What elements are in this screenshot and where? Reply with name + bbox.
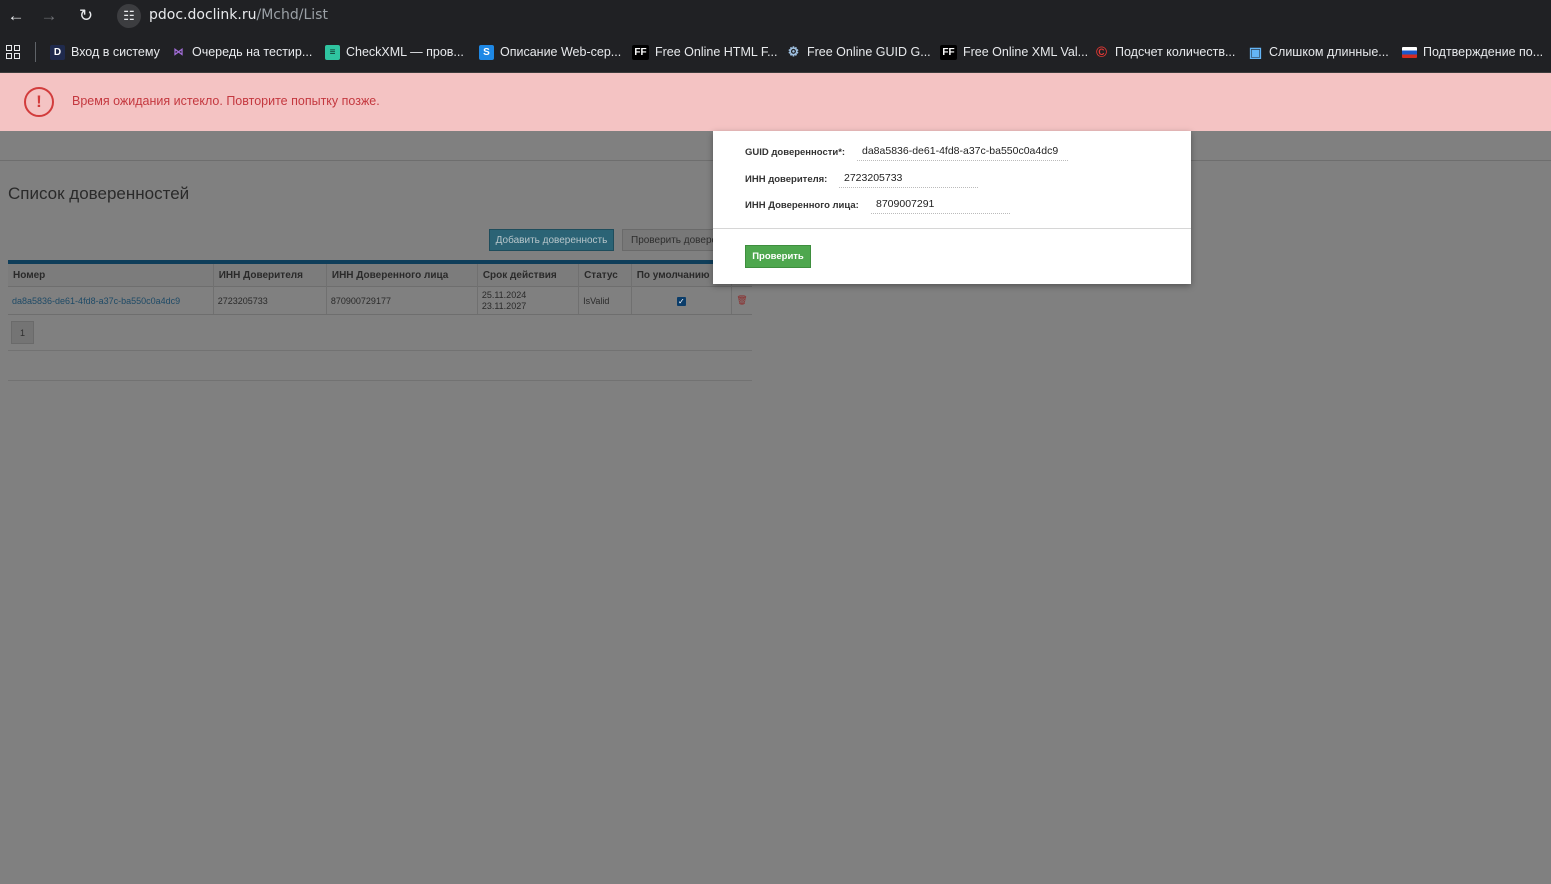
default-checkbox[interactable]: ✓ xyxy=(676,296,686,306)
actions-cell: 🗑 xyxy=(731,286,752,315)
inn-agent-input[interactable]: 8709007291 xyxy=(871,194,1010,214)
inn-principal-input[interactable]: 2723205733 xyxy=(839,168,978,188)
bookmark-favicon-icon: D xyxy=(50,44,65,60)
bookmark-item[interactable]: ⋈ Очередь на тестир... xyxy=(171,41,313,63)
default-cell: ✓ xyxy=(631,286,732,315)
validity-cell: 25.11.2024 23.11.2027 xyxy=(477,286,580,315)
footer-divider xyxy=(8,380,752,381)
valid-from: 25.11.2024 xyxy=(481,289,527,300)
inn-principal-label: ИНН доверителя: xyxy=(745,174,828,185)
bookmarks-divider xyxy=(35,42,36,62)
bookmark-item[interactable]: ⚙ Free Online GUID G... xyxy=(786,41,931,63)
bookmark-item[interactable]: FF Free Online HTML F... xyxy=(632,41,778,63)
reload-button[interactable]: ↻ xyxy=(70,0,102,32)
bookmark-item[interactable]: D Вход в систему xyxy=(50,41,160,63)
page-body: ! Время ожидания истекло. Повторите попы… xyxy=(0,73,1551,884)
bookmark-label: CheckXML — пров... xyxy=(346,45,464,59)
bookmarks-bar: D Вход в систему ⋈ Очередь на тестир... … xyxy=(0,32,1551,73)
inn-agent-label: ИНН Доверенного лица: xyxy=(745,200,859,211)
error-alert: ! Время ожидания истекло. Повторите попы… xyxy=(0,73,1551,131)
bookmark-item[interactable]: ▣ Слишком длинные... xyxy=(1248,41,1389,63)
guid-label: GUID доверенности*: xyxy=(745,147,846,158)
address-bar[interactable]: pdoc.doclink.ru/Mchd/List xyxy=(149,0,328,32)
bookmark-item[interactable]: ≡ CheckXML — пров... xyxy=(325,41,464,63)
bookmark-label: Слишком длинные... xyxy=(1269,45,1389,59)
bookmark-favicon-icon: ▣ xyxy=(1248,43,1263,60)
column-header[interactable]: Номер xyxy=(8,264,214,287)
table-header-row: Номер ИНН Доверителя ИНН Доверенного лиц… xyxy=(8,264,752,287)
pager-page-button[interactable]: 1 xyxy=(11,321,34,344)
forward-arrow-icon: → xyxy=(40,6,58,25)
bookmark-item[interactable]: S Описание Web-сер... xyxy=(479,41,621,63)
pager-divider xyxy=(8,350,752,351)
reload-icon: ↻ xyxy=(78,6,94,25)
column-header[interactable]: ИНН Доверенного лица xyxy=(326,264,478,287)
bookmark-label: Описание Web-сер... xyxy=(500,45,622,59)
dialog-divider xyxy=(713,228,1191,229)
bookmark-favicon-icon: ≡ xyxy=(325,44,340,60)
forward-button[interactable]: → xyxy=(33,0,65,32)
verify-button[interactable]: Проверить xyxy=(745,245,811,268)
bookmark-label: Free Online HTML F... xyxy=(655,45,778,59)
alert-message: Время ожидания истекло. Повторите попытк… xyxy=(72,94,380,108)
column-header[interactable]: Срок действия xyxy=(477,264,580,287)
apps-grid-icon[interactable] xyxy=(6,45,20,59)
guid-input[interactable]: da8a5836-de61-4fd8-a37c-ba550c0a4dc9 xyxy=(857,141,1068,161)
site-settings-icon: ☷ xyxy=(123,8,135,23)
bookmark-item[interactable]: © Подсчет количеств... xyxy=(1094,41,1235,63)
browser-toolbar: ← → ↻ ☷ pdoc.doclink.ru/Mchd/List xyxy=(0,0,1551,32)
bookmark-label: Подсчет количеств... xyxy=(1115,45,1236,59)
bookmark-favicon-icon: © xyxy=(1095,43,1108,61)
check-proxy-dialog: GUID доверенности*: da8a5836-de61-4fd8-a… xyxy=(713,131,1191,284)
column-header[interactable]: ИНН Доверителя xyxy=(213,264,327,287)
bookmark-item[interactable]: FF Free Online XML Val... xyxy=(940,41,1088,63)
bookmark-favicon-icon: FF xyxy=(632,44,649,60)
site-info-button[interactable]: ☷ xyxy=(117,4,141,28)
status-cell: IsValid xyxy=(578,286,632,315)
inn-agent-cell: 870900729177 xyxy=(326,286,478,315)
bookmark-label: Подтверждение по... xyxy=(1423,45,1544,59)
exclamation-icon: ! xyxy=(24,87,54,117)
bookmark-favicon-icon: S xyxy=(479,44,494,60)
bookmark-favicon-icon: ⋈ xyxy=(173,46,184,58)
bookmark-label: Очередь на тестир... xyxy=(192,45,313,59)
russian-flag-icon xyxy=(1402,46,1417,58)
column-header[interactable]: Статус xyxy=(578,264,632,287)
back-button[interactable]: ← xyxy=(0,0,32,32)
proxy-number-link[interactable]: da8a5836-de61-4fd8-a37c-ba550c0a4dc9 xyxy=(8,286,214,315)
bookmark-label: Free Online GUID G... xyxy=(807,45,931,59)
add-proxy-button[interactable]: Добавить доверенность xyxy=(489,229,614,251)
proxies-table: Номер ИНН Доверителя ИНН Доверенного лиц… xyxy=(8,264,752,315)
page-title: Список доверенностей xyxy=(8,184,190,203)
url-path: /Mchd/List xyxy=(256,7,328,23)
valid-to: 23.11.2027 xyxy=(481,300,527,311)
bookmark-label: Free Online XML Val... xyxy=(963,45,1089,59)
inn-principal-cell: 2723205733 xyxy=(213,286,327,315)
bookmark-label: Вход в систему xyxy=(71,45,160,59)
bookmark-favicon-icon: ⚙ xyxy=(787,44,800,59)
back-arrow-icon: ← xyxy=(7,6,25,25)
trash-icon[interactable]: 🗑 xyxy=(736,295,747,305)
url-host: pdoc.doclink.ru xyxy=(149,7,257,23)
bookmark-favicon-icon: FF xyxy=(940,44,957,60)
bookmark-item[interactable]: Подтверждение по... xyxy=(1402,41,1543,63)
table-row: da8a5836-de61-4fd8-a37c-ba550c0a4dc9 272… xyxy=(8,286,752,315)
